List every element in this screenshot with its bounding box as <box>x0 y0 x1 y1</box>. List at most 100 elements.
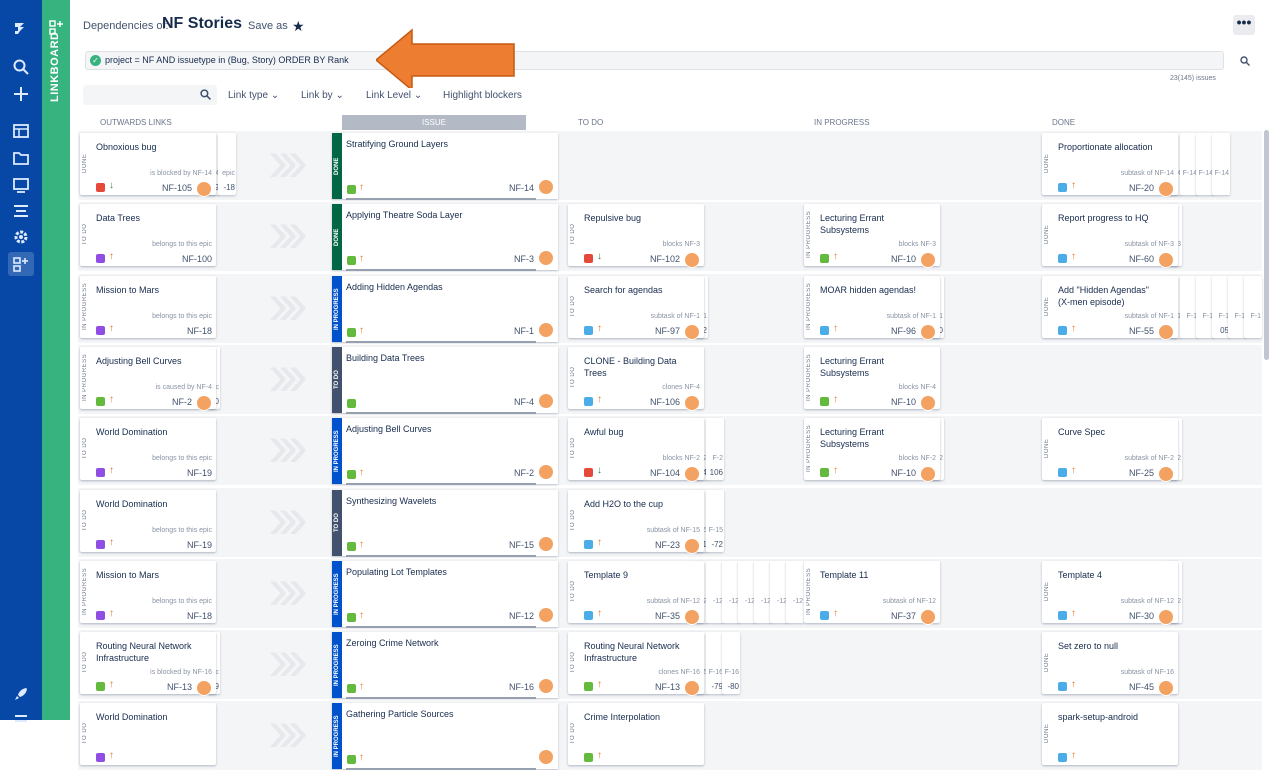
issue-key[interactable]: NF-25 <box>1129 468 1154 478</box>
issue-card[interactable]: DONE Curve Spec subtask of NF-2 NF-25 ↑ <box>1042 418 1178 483</box>
stacked-card[interactable]: F-14 <box>1212 133 1230 195</box>
issue-key[interactable]: NF-30 <box>1129 611 1154 621</box>
issue-key[interactable]: NF-97 <box>655 326 680 336</box>
issue-card[interactable]: TO DO Routing Neural Network Infrastructu… <box>568 632 704 697</box>
save-as-button[interactable]: Save as <box>248 20 288 32</box>
boards-icon[interactable] <box>8 119 34 143</box>
issue-key[interactable]: NF-13 <box>655 682 680 692</box>
linkboard-icon[interactable] <box>8 252 34 276</box>
issue-card[interactable]: TO DO Search for agendas subtask of NF-1 NF… <box>568 275 704 340</box>
highlight-blockers-button[interactable]: Highlight blockers <box>443 90 522 101</box>
issue-card[interactable]: IN PROGRESS Lecturing Errant Subsystems bl… <box>804 346 940 411</box>
issue-key[interactable]: NF-2 <box>514 468 534 478</box>
issue-card[interactable]: IN PROGRESS Mission to Mars belongs to thi… <box>80 560 216 623</box>
issue-card[interactable]: TO DO Data Trees belongs to this epic NF-10… <box>80 204 216 267</box>
stacked-card[interactable]: -12 <box>786 560 804 623</box>
issue-key[interactable]: NF-15 <box>509 540 534 550</box>
filters-icon[interactable] <box>8 199 34 223</box>
issue-card[interactable]: IN PROGRESS Adjusting Bell Curves is cause… <box>80 346 216 411</box>
stacked-card[interactable]: epic -18 <box>218 133 236 195</box>
issue-key[interactable]: NF-14 <box>509 183 534 193</box>
issue-card[interactable]: IN PROGRESS Mission to Mars belongs to thi… <box>80 275 216 338</box>
issue-card[interactable]: DONE Obnoxious bug is blocked by NF-14 NF-1… <box>80 133 216 197</box>
rocket-icon[interactable] <box>8 682 34 706</box>
issue-key[interactable]: NF-10 <box>891 468 916 478</box>
main-issue-card[interactable]: IN PROGRESS Adding Hidden Agendas NF-1 ↑ <box>332 275 558 343</box>
issue-key[interactable]: NF-1 <box>514 326 534 336</box>
issue-key[interactable]: NF-16 <box>509 682 534 692</box>
issue-key[interactable]: NF-10 <box>891 397 916 407</box>
search-icon[interactable] <box>1240 56 1250 66</box>
main-issue-card[interactable]: TO DO Building Data Trees NF-4 <box>332 346 558 414</box>
issue-key[interactable]: NF-20 <box>1129 183 1154 193</box>
issue-card[interactable]: TO DO Awful bug blocks NF-2 NF-104 ↓ <box>568 418 704 483</box>
issue-key[interactable]: NF-55 <box>1129 326 1154 336</box>
issue-card[interactable]: DONE spark-setup-android ↑ <box>1042 703 1178 766</box>
issue-key[interactable]: NF-102 <box>650 254 680 264</box>
issue-card[interactable]: DONE Set zero to null subtask of NF-16 NF-4… <box>1042 632 1178 697</box>
search-icon[interactable] <box>8 55 34 79</box>
link-level-dropdown[interactable]: Link Level ⌄ <box>366 90 422 101</box>
issue-key[interactable]: NF-45 <box>1129 682 1154 692</box>
issue-card[interactable]: TO DO CLONE - Building Data Trees clones N… <box>568 346 704 411</box>
issue-card[interactable]: TO DO World Domination belongs to this epi… <box>80 418 216 481</box>
issue-card[interactable]: TO DO Crime Interpolation ↑ <box>568 703 704 766</box>
link-type-dropdown[interactable]: Link type ⌄ <box>228 90 279 101</box>
issue-card[interactable]: DONE Proportionate allocation subtask of N… <box>1042 133 1178 197</box>
issue-key[interactable]: NF-18 <box>187 611 212 621</box>
settings-icon[interactable] <box>8 225 34 249</box>
main-issue-card[interactable]: IN PROGRESS Gathering Particle Sources ↑ <box>332 703 558 770</box>
issue-key[interactable]: NF-19 <box>187 468 212 478</box>
menu-icon[interactable] <box>8 708 34 732</box>
jql-query-input[interactable]: ✓ project = NF AND issuetype in (Bug, St… <box>85 51 1224 70</box>
issue-key[interactable]: NF-12 <box>509 611 534 621</box>
star-icon[interactable]: ★ <box>292 18 305 35</box>
issue-card[interactable]: TO DO Add H2O to the cup subtask of NF-15 N… <box>568 489 704 554</box>
issue-card[interactable]: DONE Report progress to HQ subtask of NF-3… <box>1042 204 1178 269</box>
main-issue-card[interactable]: DONE Stratifying Ground Layers NF-14 ↑ <box>332 133 558 200</box>
more-actions-button[interactable]: ••• <box>1233 15 1255 35</box>
jira-logo-icon[interactable] <box>8 16 34 40</box>
create-icon[interactable] <box>8 82 34 106</box>
main-issue-card[interactable]: IN PROGRESS Adjusting Bell Curves NF-2 ↑ <box>332 418 558 486</box>
issue-key[interactable]: NF-105 <box>162 183 192 193</box>
issue-key[interactable]: NF-104 <box>650 468 680 478</box>
stacked-card[interactable]: F-16 -80 <box>722 632 740 695</box>
issue-key[interactable]: NF-37 <box>891 611 916 621</box>
issue-key[interactable]: NF-60 <box>1129 254 1154 264</box>
issue-key[interactable]: NF-100 <box>182 254 212 264</box>
stacked-card[interactable]: F-15 -72 <box>706 489 724 552</box>
issue-card[interactable]: DONE Template 4 subtask of NF-12 NF-30 ↑ <box>1042 560 1178 625</box>
issue-key[interactable]: NF-19 <box>187 540 212 550</box>
issue-key[interactable]: NF-23 <box>655 540 680 550</box>
issue-card[interactable]: TO DO Routing Neural Network Infrastructu… <box>80 632 216 697</box>
issue-key[interactable]: NF-2 <box>172 397 192 407</box>
issue-key[interactable]: NF-4 <box>514 397 534 407</box>
issue-card[interactable]: TO DO Repulsive bug blocks NF-3 NF-102 ↓ <box>568 204 704 269</box>
issue-card[interactable]: IN PROGRESS Template 11 subtask of NF-12 NF… <box>804 560 940 625</box>
issue-key[interactable]: NF-13 <box>167 682 192 692</box>
issue-key[interactable]: NF-35 <box>655 611 680 621</box>
dashboards-icon[interactable] <box>8 173 34 197</box>
issue-key[interactable]: NF-10 <box>891 254 916 264</box>
issue-key[interactable]: NF-96 <box>891 326 916 336</box>
filter-search-input[interactable] <box>83 85 217 105</box>
issue-card[interactable]: IN PROGRESS Lecturing Errant Subsystems bl… <box>804 418 940 483</box>
main-issue-card[interactable]: IN PROGRESS Populating Lot Templates NF-12… <box>332 560 558 628</box>
issue-card[interactable]: IN PROGRESS Lecturing Errant Subsystems bl… <box>804 204 940 269</box>
issue-card[interactable]: TO DO Template 9 subtask of NF-12 NF-35 ↑ <box>568 560 704 625</box>
link-by-dropdown[interactable]: Link by ⌄ <box>301 90 344 101</box>
issue-card[interactable]: TO DO World Domination belongs to this epi… <box>80 489 216 552</box>
stacked-card[interactable]: F-2 106 <box>706 418 724 481</box>
issue-key[interactable]: NF-106 <box>650 397 680 407</box>
issue-card[interactable]: IN PROGRESS MOAR hidden agendas! subtask o… <box>804 275 940 340</box>
main-issue-card[interactable]: DONE Applying Theatre Soda Layer NF-3 ↑ <box>332 204 558 272</box>
projects-icon[interactable] <box>8 146 34 170</box>
issue-key[interactable]: NF-3 <box>514 254 534 264</box>
vertical-scrollbar[interactable] <box>1264 130 1269 360</box>
main-issue-card[interactable]: IN PROGRESS Zeroing Crime Network NF-16 ↑ <box>332 632 558 700</box>
stacked-card[interactable]: F-1 <box>1244 275 1262 338</box>
issue-card[interactable]: DONE Add "Hidden Agendas" (X-men episode)… <box>1042 275 1178 340</box>
issue-key[interactable]: NF-18 <box>187 326 212 336</box>
main-issue-card[interactable]: TO DO Synthesizing Wavelets NF-15 ↑ <box>332 489 558 557</box>
